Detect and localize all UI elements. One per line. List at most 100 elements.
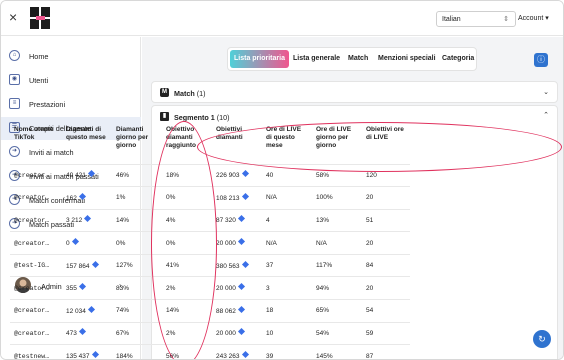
table-cell: 20 bbox=[362, 276, 410, 300]
chevron-up-icon[interactable]: ⌃ bbox=[543, 111, 549, 119]
table-row[interactable]: @testnew… 135 437 184% 56% 243 263 39 145% 87 bbox=[10, 344, 410, 360]
table-row[interactable]: @creator… 473 67% 2% 20 000 10 54% 59 bbox=[10, 321, 410, 345]
match-panel[interactable]: M Match (1) ⌄ bbox=[151, 81, 558, 103]
username-cell[interactable]: @test-IG… bbox=[10, 253, 62, 277]
tab-lista-prioritaria[interactable]: Lista prioritaria bbox=[230, 50, 289, 68]
chevron-updown-icon: ⇕ bbox=[503, 16, 509, 23]
username-cell[interactable]: @creator… bbox=[10, 208, 62, 232]
table-cell: 13% bbox=[312, 208, 362, 232]
close-icon[interactable]: × bbox=[9, 10, 17, 24]
table-cell: N/A bbox=[312, 231, 362, 255]
match-panel-title: Match (1) bbox=[174, 89, 206, 98]
cell-value: 20 bbox=[366, 194, 374, 202]
diamond-icon bbox=[237, 238, 245, 246]
table-cell: 20 000 bbox=[212, 276, 262, 300]
cell-value: 162 bbox=[66, 194, 77, 202]
cell-value: 226 903 bbox=[216, 172, 240, 180]
username-cell[interactable]: @creator… bbox=[10, 299, 62, 323]
username-cell[interactable]: @creator… bbox=[10, 231, 62, 255]
top-bar: × Italian ⇕ Account ▾ bbox=[1, 1, 563, 36]
language-select[interactable]: Italian ⇕ bbox=[436, 11, 516, 27]
cell-value: 74% bbox=[116, 307, 130, 315]
account-menu[interactable]: Account ▾ bbox=[518, 14, 549, 22]
table-cell: 0 bbox=[62, 231, 112, 255]
cell-value: 184% bbox=[116, 352, 133, 360]
sidebar-item-prestazioni[interactable]: ≡ Prestazioni bbox=[1, 93, 141, 116]
sidebar-item-home[interactable]: ⌂ Home bbox=[1, 45, 141, 68]
language-value: Italian bbox=[442, 16, 461, 23]
table-cell: 243 263 bbox=[212, 344, 262, 359]
diamond-icon bbox=[87, 305, 95, 313]
cell-value: @testnew… bbox=[14, 352, 50, 360]
table-cell: 67% bbox=[112, 321, 162, 345]
cell-value: 355 bbox=[66, 285, 77, 293]
table-cell: 380 563 bbox=[212, 253, 262, 277]
tab-menzioni-speciali[interactable]: Menzioni speciali bbox=[378, 55, 436, 62]
cell-value: 65% bbox=[316, 307, 330, 315]
tab-match[interactable]: Match bbox=[348, 55, 368, 62]
diamond-icon bbox=[241, 260, 249, 268]
table-cell: 20 bbox=[362, 231, 410, 255]
cell-value: 54% bbox=[316, 329, 330, 337]
tab-categoria[interactable]: Categoria bbox=[442, 55, 474, 62]
sidebar-item-label: Home bbox=[29, 52, 49, 61]
cell-value: 12 034 bbox=[66, 307, 86, 315]
cell-value: @test-IG… bbox=[14, 262, 50, 270]
table-cell: 20 bbox=[362, 186, 410, 210]
table-cell: N/A bbox=[262, 231, 312, 255]
cell-value: 20 bbox=[366, 239, 374, 247]
refresh-icon[interactable]: ↻ bbox=[533, 330, 551, 348]
table-cell: 355 bbox=[62, 276, 112, 300]
diamond-icon bbox=[241, 170, 249, 178]
table-cell: 94% bbox=[312, 276, 362, 300]
username-cell[interactable]: @creator… bbox=[10, 276, 62, 300]
table-cell: 59 bbox=[362, 321, 410, 345]
cell-value: 135 437 bbox=[66, 353, 90, 360]
cell-value: 14% bbox=[116, 216, 130, 224]
tab-bar: Lista prioritaria Lista generale Match M… bbox=[227, 47, 477, 71]
logo-icon bbox=[30, 7, 50, 29]
table-cell: 18 bbox=[262, 299, 312, 323]
cell-value: 127% bbox=[116, 262, 133, 270]
username-cell[interactable]: @creator… bbox=[10, 186, 62, 210]
table-cell: 135 437 bbox=[62, 344, 112, 360]
column-header[interactable]: Diamanti giorno per giorno bbox=[112, 124, 162, 164]
username-cell[interactable]: @testnew… bbox=[10, 344, 62, 360]
home-icon: ⌂ bbox=[9, 50, 20, 61]
cell-value: 40 421 bbox=[66, 172, 86, 180]
cell-value: @creator… bbox=[14, 171, 50, 179]
chevron-down-icon: ▾ bbox=[545, 15, 549, 22]
table-cell: 87 bbox=[362, 344, 410, 359]
diamond-icon bbox=[78, 192, 86, 200]
table-cell: 12 034 bbox=[62, 299, 112, 323]
sidebar-item-utenti[interactable]: ◉ Utenti bbox=[1, 69, 141, 92]
segment-icon: ▮ bbox=[160, 112, 169, 121]
cell-value: N/A bbox=[316, 239, 327, 247]
cell-value: 157 864 bbox=[66, 262, 90, 270]
info-icon[interactable]: ⓘ bbox=[534, 53, 548, 67]
cell-value: 20 000 bbox=[216, 240, 236, 248]
table-cell: 108 213 bbox=[212, 186, 262, 210]
cell-value: 145% bbox=[316, 352, 333, 360]
cell-value: 83% bbox=[116, 284, 130, 292]
username-cell[interactable]: @creator… bbox=[10, 321, 62, 345]
username-cell[interactable]: @creator… bbox=[10, 163, 62, 187]
cell-value: 84 bbox=[366, 262, 374, 270]
column-header[interactable]: Nome utente TikTok bbox=[10, 124, 62, 164]
table-cell: N/A bbox=[262, 186, 312, 210]
table-cell: 20 000 bbox=[212, 231, 262, 255]
table-cell: 4 bbox=[262, 208, 312, 232]
diamond-icon bbox=[237, 283, 245, 291]
cell-value: 473 bbox=[66, 330, 77, 338]
cell-value: 4 bbox=[266, 216, 270, 224]
table-cell: 157 864 bbox=[62, 253, 112, 277]
highlight-oval-usernames bbox=[151, 121, 217, 359]
diamond-icon bbox=[241, 351, 249, 359]
tab-lista-generale[interactable]: Lista generale bbox=[293, 55, 340, 62]
cell-value: 40 bbox=[266, 171, 274, 179]
table-cell: 3 bbox=[262, 276, 312, 300]
diamond-icon bbox=[91, 260, 99, 268]
column-header[interactable]: Diamanti di questo mese bbox=[62, 124, 112, 164]
highlight-oval-headers bbox=[197, 122, 562, 172]
diamond-icon bbox=[241, 192, 249, 200]
